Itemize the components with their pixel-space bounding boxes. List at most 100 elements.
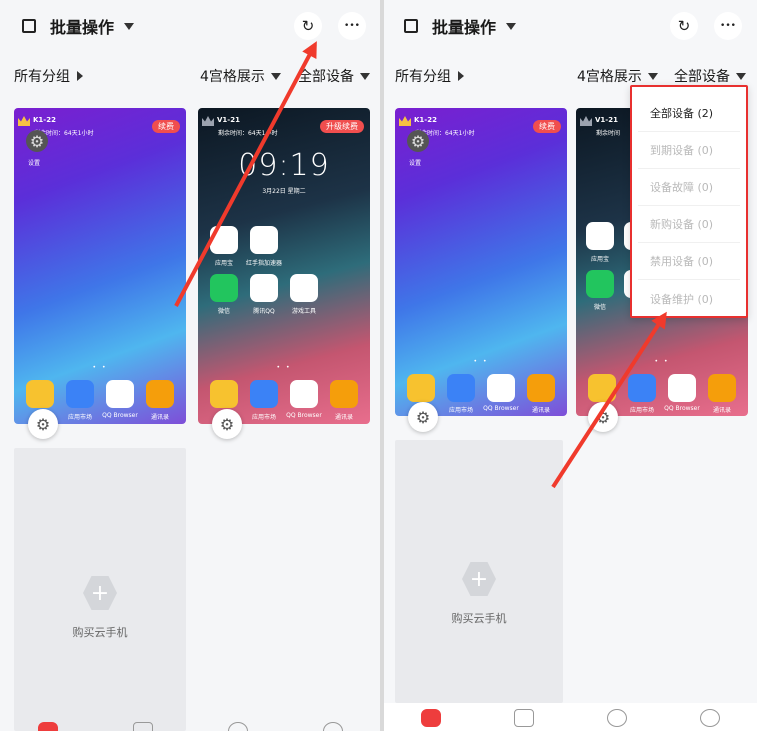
renew-button[interactable]: 续费 [533, 120, 561, 133]
home-tab-icon[interactable] [37, 722, 58, 731]
app-market-icon [628, 374, 656, 402]
layout-filter-label: 4宫格展示 [577, 69, 642, 85]
qq-browser-icon [106, 380, 134, 408]
vip-icon [580, 116, 592, 126]
qq-browser-icon [668, 374, 696, 402]
refresh-button[interactable]: ↻ [294, 12, 322, 40]
caret-down-icon [360, 72, 370, 80]
filter-bar: 所有分组 4宫格展示 全部设备 [384, 60, 757, 88]
more-button[interactable]: ••• [714, 12, 742, 40]
refresh-button[interactable]: ↻ [670, 12, 698, 40]
app-label: 应用市场 [629, 407, 654, 414]
device-filter[interactable]: 全部设备 [674, 66, 746, 86]
contacts-icon [330, 380, 358, 408]
app-label: QQ Browser [483, 405, 519, 412]
layout-filter[interactable]: 4宫格展示 [200, 66, 281, 86]
group-filter[interactable]: 所有分组 [395, 66, 464, 86]
gear-icon: ⚙ [35, 414, 51, 434]
caret-down-icon [736, 72, 746, 80]
app-label: 应用市场 [67, 414, 92, 421]
group-filter[interactable]: 所有分组 [14, 66, 83, 86]
batch-operation-button[interactable]: 批量操作 [404, 14, 517, 38]
app-label: 通讯录 [531, 407, 550, 414]
cloud-phone-card-2[interactable]: V1-21 剩余时间：64天1小时 升级续费 09:19 3月22日 星期二 应… [198, 108, 370, 424]
caret-right-icon [458, 71, 464, 81]
shop-tab-icon[interactable] [132, 722, 153, 731]
home-tab-icon[interactable] [420, 709, 441, 727]
service-tab-icon[interactable] [227, 722, 248, 731]
caret-down-icon [124, 22, 135, 30]
copy-icon [22, 19, 36, 33]
folder-app-icon [210, 380, 238, 408]
refresh-icon: ↻ [677, 17, 691, 35]
shop-tab-icon[interactable] [513, 709, 534, 727]
device-name: K1-22 [33, 116, 56, 124]
dropdown-item-disabled[interactable]: 禁用设备 (0) [638, 243, 740, 280]
qq-icon [250, 274, 278, 302]
refresh-icon: ↻ [301, 17, 315, 35]
app-market-icon [447, 374, 475, 402]
phone-settings-button[interactable]: ⚙ [408, 402, 438, 432]
buy-cloud-phone-card[interactable]: + 购买云手机 [395, 440, 563, 703]
app-label: 游戏工具 [291, 308, 316, 315]
dropdown-item-new[interactable]: 新购设备 (0) [638, 206, 740, 243]
dropdown-item-all[interactable]: 全部设备 (2) [638, 95, 740, 132]
layout-filter[interactable]: 4宫格展示 [577, 66, 658, 86]
accelerator-icon [250, 226, 278, 254]
dropdown-item-faulty[interactable]: 设备故障 (0) [638, 169, 740, 206]
top-bar: 批量操作 ↻ ••• [384, 0, 757, 52]
group-filter-label: 所有分组 [395, 69, 451, 85]
app-market-icon [66, 380, 94, 408]
caret-down-icon [647, 72, 658, 80]
more-icon: ••• [720, 21, 736, 31]
left-screen: 批量操作 ↻ ••• 所有分组 4宫格展示 全部设备 K1-22 剩余时间：64… [0, 0, 380, 731]
folder-app-icon [26, 380, 54, 408]
wechat-icon [586, 270, 614, 298]
folder-app-icon [407, 374, 435, 402]
device-name: K1-22 [414, 116, 437, 124]
phone-settings-button[interactable]: ⚙ [212, 409, 242, 439]
buy-cloud-phone-card[interactable]: + 购买云手机 [14, 448, 186, 731]
app-label: 微信 [217, 308, 230, 315]
dropdown-item-expired[interactable]: 到期设备 (0) [638, 132, 740, 169]
service-tab-icon[interactable] [607, 709, 628, 727]
buy-cloud-phone-label: 购买云手机 [72, 626, 128, 639]
lockscreen-time: 09:19 [238, 148, 330, 183]
dropdown-item-maintenance[interactable]: 设备维护 (0) [638, 280, 740, 317]
more-button[interactable]: ••• [338, 12, 366, 40]
app-label: 应用市场 [251, 414, 276, 421]
device-filter-label: 全部设备 [674, 69, 730, 85]
profile-tab-icon[interactable] [322, 722, 343, 731]
cloud-phone-card-1[interactable]: K1-22 剩余时间：64天1小时 续费 ⚙ 设置 • • 应用市场 QQ Br… [395, 108, 567, 416]
caret-down-icon [506, 22, 517, 30]
crown-icon [399, 116, 411, 126]
app-label: 通讯录 [150, 414, 169, 421]
app-label: QQ Browser [664, 405, 700, 412]
cloud-phone-card-1[interactable]: K1-22 剩余时间：64天1小时 续费 ⚙ 设置 • • 应用市场 QQ Br… [14, 108, 186, 424]
page-indicator: • • [276, 364, 292, 371]
upgrade-renew-button[interactable]: 升级续费 [320, 120, 364, 133]
phone-settings-button[interactable]: ⚙ [28, 409, 58, 439]
wechat-icon [210, 274, 238, 302]
qq-browser-icon [290, 380, 318, 408]
page-indicator: • • [473, 358, 489, 365]
profile-tab-icon[interactable] [700, 709, 721, 727]
renew-button[interactable]: 续费 [152, 120, 180, 133]
settings-app-label: 设置 [409, 160, 422, 167]
gear-icon: ⚙ [219, 414, 235, 434]
lockscreen-date: 3月22日 星期二 [262, 188, 306, 195]
app-label: 红手指加速器 [245, 260, 282, 267]
batch-operation-label: 批量操作 [50, 18, 115, 37]
app-label: QQ Browser [102, 412, 138, 419]
bottom-nav [384, 703, 757, 731]
device-filter[interactable]: 全部设备 [298, 66, 370, 86]
device-tag: V1-21 [580, 116, 618, 126]
batch-operation-button[interactable]: 批量操作 [22, 14, 135, 38]
page-indicator: • • [92, 364, 108, 371]
caret-down-icon [270, 72, 281, 80]
app-market-icon [250, 380, 278, 408]
contacts-icon [146, 380, 174, 408]
device-tag: K1-22 [18, 116, 56, 126]
device-filter-label: 全部设备 [298, 69, 354, 85]
device-tag: V1-21 [202, 116, 240, 126]
